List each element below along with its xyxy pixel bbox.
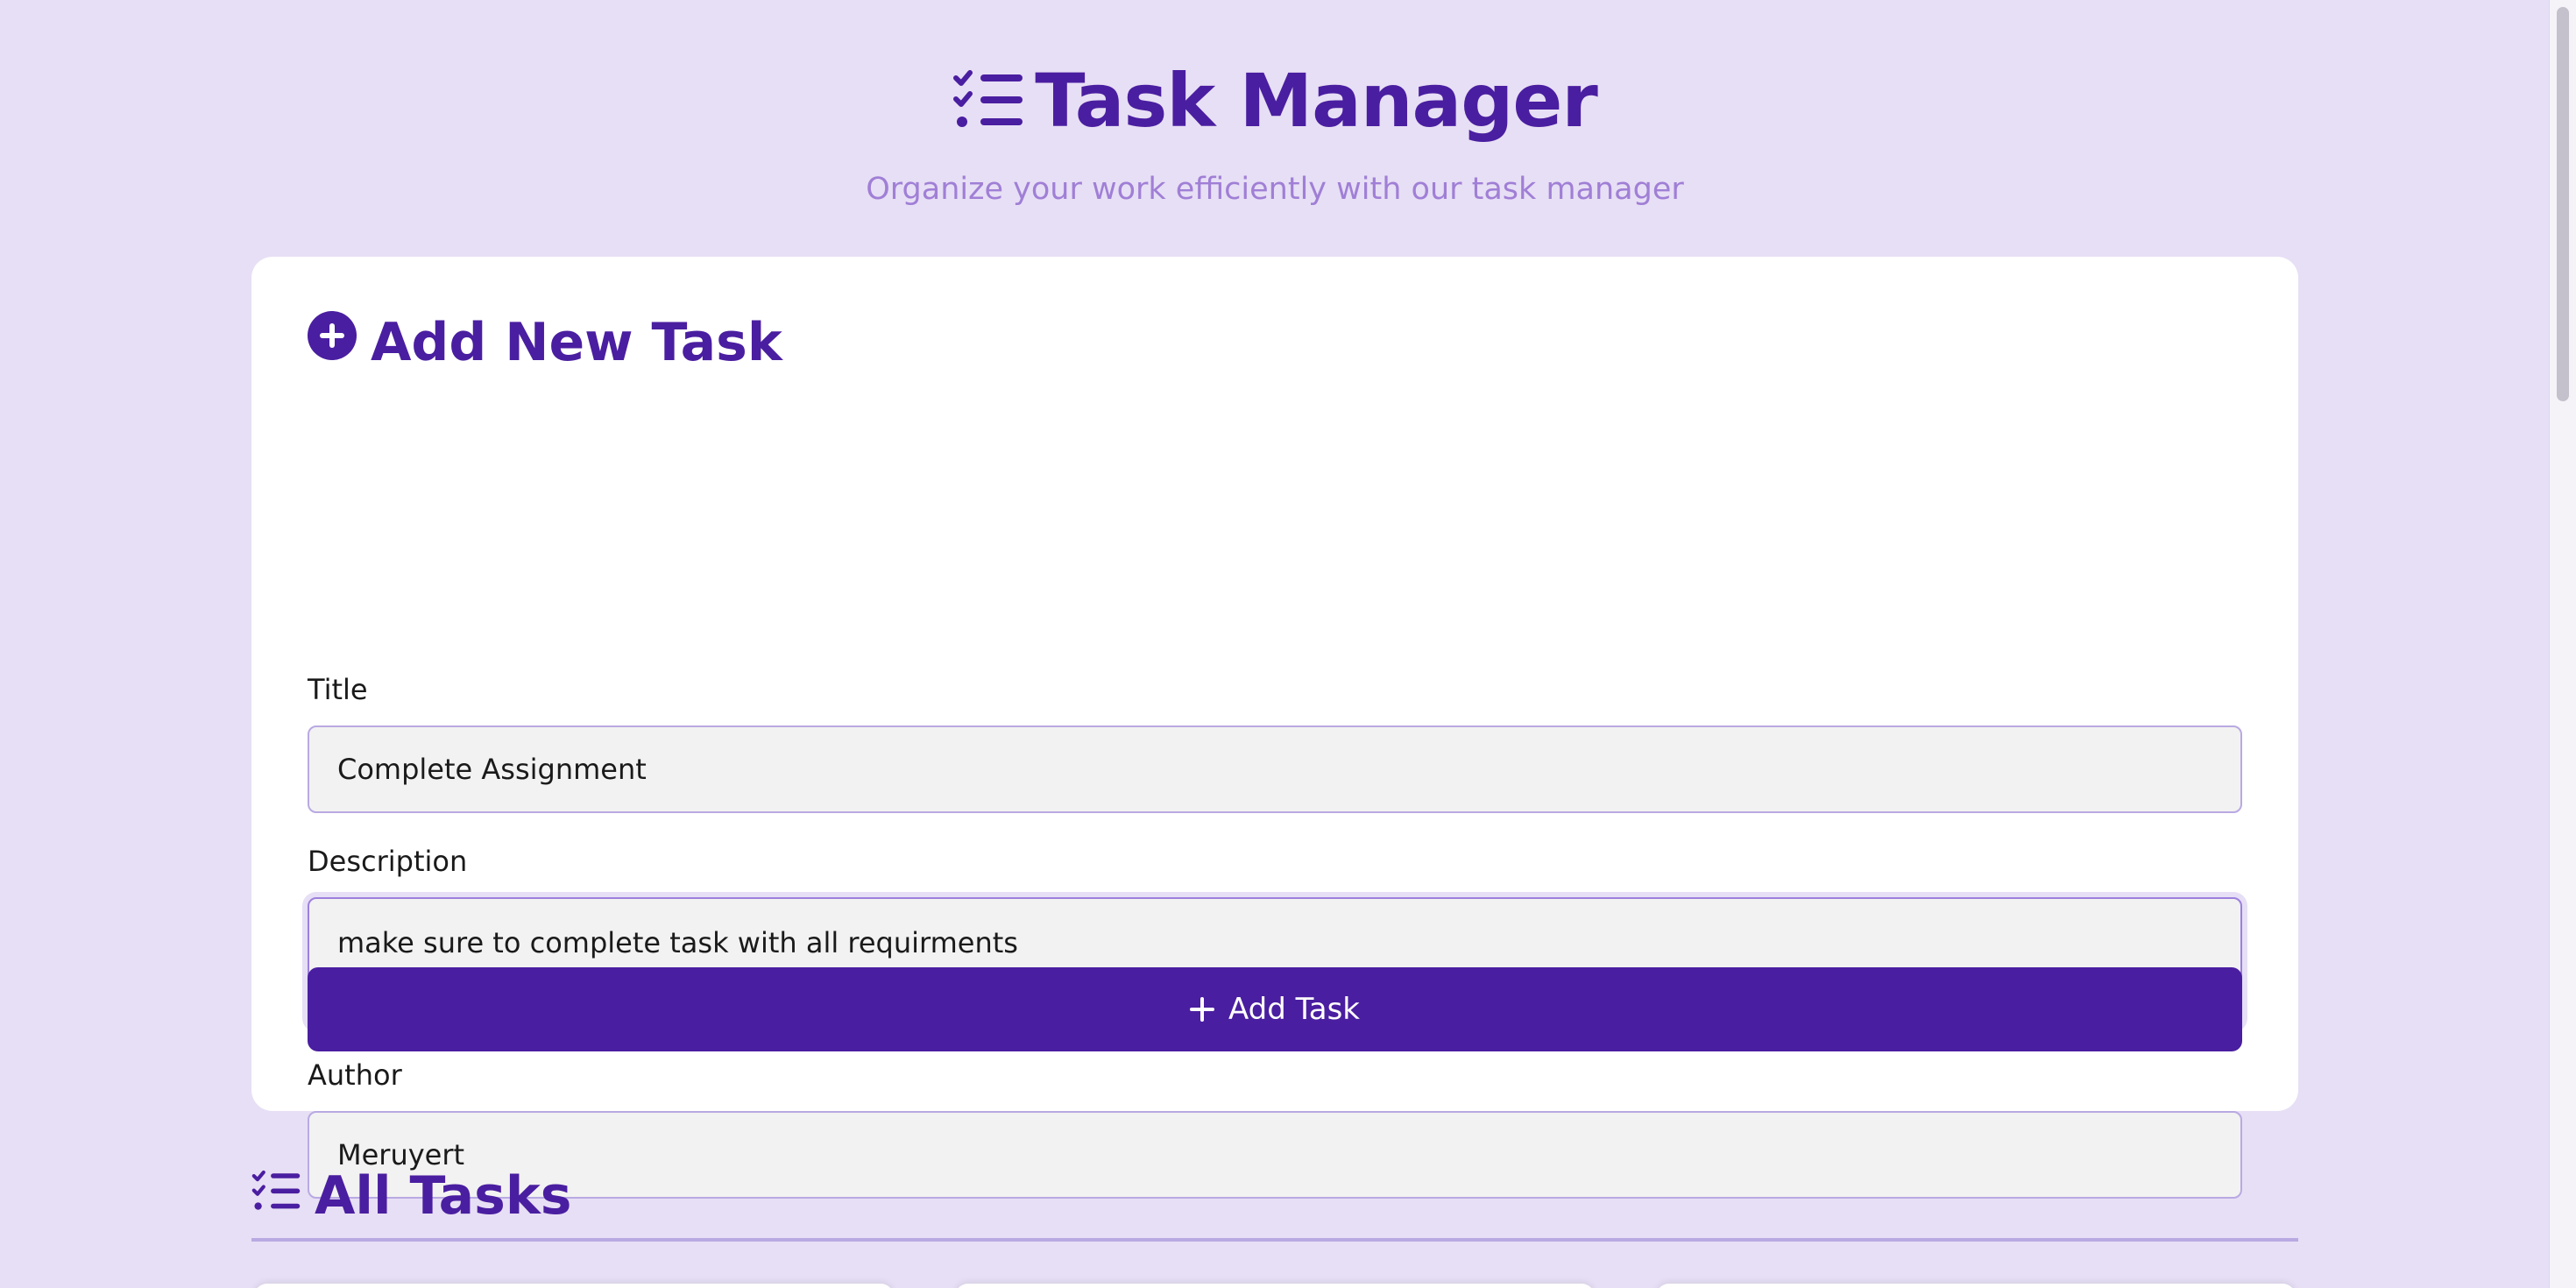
task-card[interactable] bbox=[955, 1284, 1595, 1288]
all-tasks-heading: All Tasks bbox=[251, 1161, 571, 1231]
page-scrollbar[interactable] bbox=[2549, 0, 2576, 1288]
author-label: Author bbox=[308, 1058, 402, 1092]
add-task-button-label: Add Task bbox=[1228, 992, 1360, 1027]
checklist-icon bbox=[251, 1161, 302, 1231]
task-card[interactable] bbox=[1656, 1284, 2296, 1288]
description-label: Description bbox=[308, 845, 468, 878]
author-input[interactable] bbox=[308, 1111, 2242, 1199]
page: Task Manager Organize your work efficien… bbox=[0, 0, 2576, 1288]
app-subtitle: Organize your work efficiently with our … bbox=[866, 172, 1684, 207]
task-card[interactable] bbox=[254, 1284, 894, 1288]
app-title: Task Manager bbox=[952, 53, 1598, 149]
plus-circle-icon bbox=[308, 308, 357, 378]
title-label: Title bbox=[308, 673, 368, 706]
checklist-icon bbox=[952, 69, 1026, 132]
add-task-heading: Add New Task bbox=[308, 308, 782, 378]
add-task-button[interactable]: Add Task bbox=[308, 967, 2242, 1051]
scrollbar-thumb[interactable] bbox=[2557, 7, 2569, 401]
app-header: Task Manager Organize your work efficien… bbox=[0, 53, 2550, 209]
add-task-card: Add New Task Title Description make sure… bbox=[251, 257, 2298, 1199]
tasks-divider bbox=[251, 1238, 2298, 1242]
title-input[interactable] bbox=[308, 725, 2242, 813]
plus-icon bbox=[1189, 997, 1214, 1022]
all-tasks-heading-text: All Tasks bbox=[315, 1165, 572, 1227]
add-task-heading-text: Add New Task bbox=[371, 312, 782, 373]
app-title-text: Task Manager bbox=[1035, 58, 1598, 144]
